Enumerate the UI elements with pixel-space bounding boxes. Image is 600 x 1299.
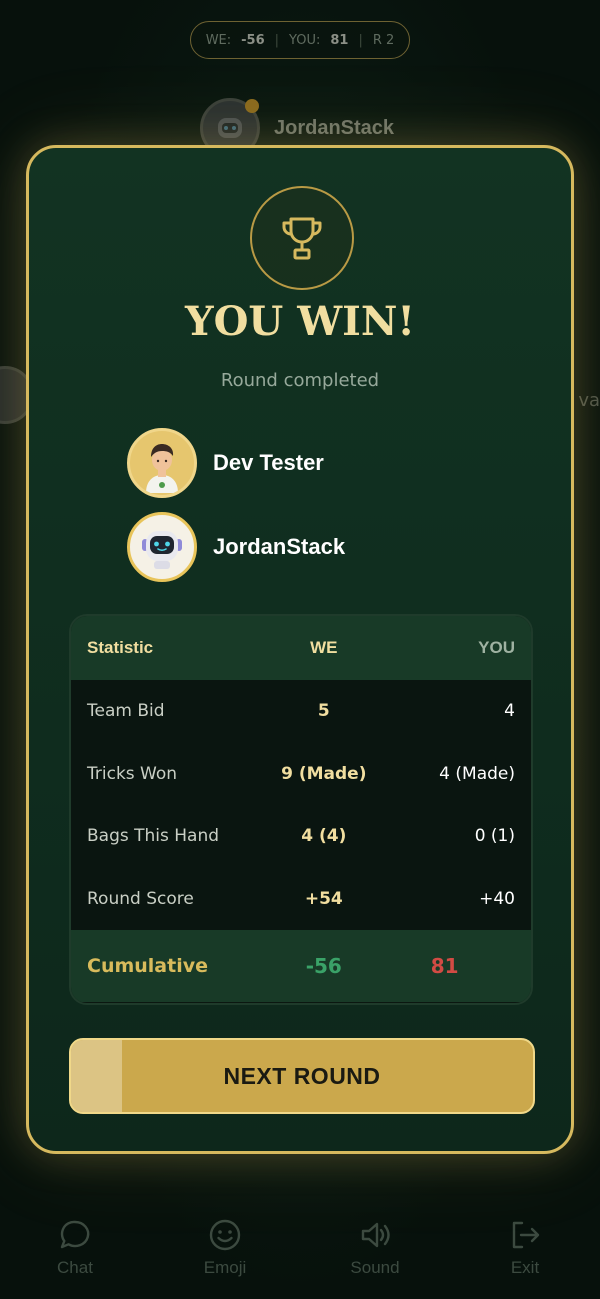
turn-indicator (245, 99, 259, 113)
speaker-icon (361, 1222, 390, 1248)
bottom-nav: Chat Emoji Sound Exit (0, 1200, 600, 1299)
row-label: Round Score (87, 888, 194, 909)
robot-icon (218, 118, 242, 138)
exit-icon (512, 1221, 540, 1249)
table-row: Round Score +54 +40 (71, 868, 531, 931)
we-value: 5 (317, 701, 330, 722)
winner-player: Dev Tester (127, 428, 324, 498)
trophy-badge (250, 186, 354, 290)
row-label: Cumulative (87, 955, 208, 977)
emoji-button[interactable]: Emoji (175, 1218, 275, 1278)
column-header: WE (310, 638, 338, 657)
player-avatar (127, 512, 197, 582)
we-value: +54 (304, 888, 343, 909)
sound-label: Sound (350, 1258, 400, 1277)
you-label: YOU: (289, 32, 321, 48)
round-result-modal: YOU WIN! Round completed Dev Tester Jord… (26, 145, 574, 1154)
row-label: Bags This Hand (87, 826, 220, 847)
you-value: 0 (1) (474, 826, 515, 847)
round-label: R 2 (372, 32, 395, 48)
you-value: 4 (Made) (439, 763, 515, 784)
smile-icon (209, 1219, 241, 1251)
exit-label: Exit (510, 1258, 540, 1277)
player-name: JordanStack (213, 534, 346, 559)
we-value: 9 (Made) (281, 763, 367, 784)
exit-button[interactable]: Exit (475, 1218, 575, 1278)
we-label: WE: (205, 32, 232, 48)
robot-avatar-icon (142, 531, 182, 569)
cumulative-row: Cumulative -56 81 (71, 930, 531, 1002)
you-value: +40 (479, 888, 515, 909)
row-label: Tricks Won (87, 763, 178, 784)
trophy-icon (282, 217, 322, 260)
emoji-label: Emoji (203, 1258, 247, 1277)
we-value: 4 (4) (301, 826, 347, 847)
chat-label: Chat (57, 1258, 93, 1277)
player-name: Dev Tester (213, 450, 324, 475)
divider: | (274, 32, 280, 48)
table-row: Bags This Hand 4 (4) 0 (1) (71, 805, 531, 868)
chat-icon (60, 1220, 90, 1249)
table-header: Statistic WE YOU (71, 616, 531, 680)
table-row: Team Bid 5 4 (71, 680, 531, 743)
top-player-name: JordanStack (274, 116, 395, 139)
sound-button[interactable]: Sound (325, 1218, 425, 1278)
divider: | (358, 32, 363, 48)
you-cumulative: 81 (430, 954, 459, 978)
player-avatar (127, 428, 197, 498)
stats-table: Statistic WE YOU Team Bid 5 4 Tricks Won… (69, 614, 533, 1005)
we-cumulative: -56 (305, 954, 342, 978)
chat-button[interactable]: Chat (25, 1218, 125, 1278)
result-subtitle: Round completed (220, 370, 380, 391)
person-avatar-icon (146, 444, 178, 493)
we-score: -56 (241, 32, 265, 48)
score-pill: WE: -56 | YOU: 81 | R 2 (190, 21, 410, 59)
column-header: YOU (478, 638, 515, 657)
next-round-button[interactable]: NEXT ROUND (69, 1038, 535, 1114)
you-score: 81 (330, 32, 349, 48)
right-player-name: va (578, 390, 600, 411)
auto-advance-progress (71, 1040, 122, 1112)
winner-player: JordanStack (127, 512, 345, 582)
result-title: YOU WIN! (185, 298, 415, 345)
column-header: Statistic (87, 638, 154, 657)
row-label: Team Bid (87, 701, 165, 722)
table-row: Tricks Won 9 (Made) 4 (Made) (71, 743, 531, 806)
next-round-label: NEXT ROUND (223, 1062, 381, 1089)
you-value: 4 (504, 701, 515, 722)
